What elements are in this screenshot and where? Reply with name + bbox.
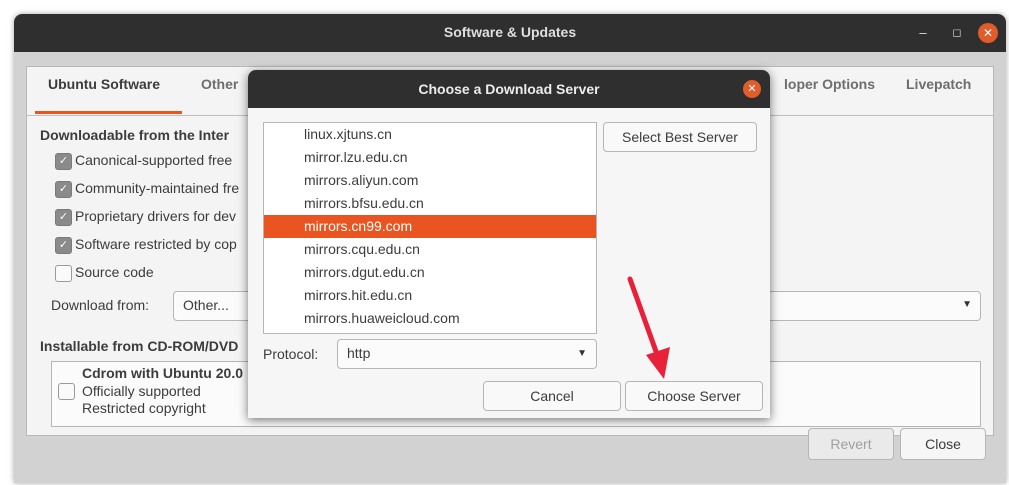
- checkbox-checked-icon[interactable]: ✓: [55, 153, 72, 170]
- cdrom-name: Cdrom with Ubuntu 20.0: [82, 365, 243, 381]
- server-item-selected[interactable]: mirrors.cn99.com: [264, 215, 596, 238]
- checkbox-label: Source code: [75, 264, 154, 280]
- server-item[interactable]: linux.xjtuns.cn: [264, 123, 596, 146]
- cancel-button[interactable]: Cancel: [483, 381, 621, 411]
- dropdown-arrow-icon: ▼: [577, 348, 587, 359]
- maximize-icon[interactable]: ◻: [947, 23, 967, 43]
- protocol-label: Protocol:: [263, 346, 319, 362]
- cdrom-copyright: Restricted copyright: [82, 400, 206, 416]
- cdrom-checkbox-icon[interactable]: [58, 383, 75, 400]
- close-window-icon[interactable]: ✕: [978, 23, 998, 43]
- protocol-dropdown[interactable]: http ▼: [337, 339, 597, 369]
- choose-server-dialog: Choose a Download Server ✕ linux.xjtuns.…: [248, 70, 770, 418]
- tab-developer-options[interactable]: loper Options: [784, 76, 875, 92]
- checkbox-label: Proprietary drivers for dev: [75, 208, 237, 224]
- tab-other-software[interactable]: Other: [201, 76, 238, 92]
- dialog-close-icon[interactable]: ✕: [743, 80, 761, 98]
- server-item[interactable]: mirrors.bfsu.edu.cn: [264, 192, 596, 215]
- server-item[interactable]: mirrors.cqu.edu.cn: [264, 238, 596, 261]
- checkbox-checked-icon[interactable]: ✓: [55, 237, 72, 254]
- server-item[interactable]: mirrors.dgut.edu.cn: [264, 261, 596, 284]
- server-list[interactable]: linux.xjtuns.cn mirror.lzu.edu.cn mirror…: [263, 122, 597, 334]
- choose-server-button[interactable]: Choose Server: [625, 381, 763, 411]
- active-tab-indicator: [35, 111, 182, 114]
- checkbox-unchecked-icon[interactable]: [55, 265, 72, 282]
- protocol-value: http: [347, 345, 371, 361]
- download-from-value: Other...: [183, 297, 229, 313]
- dropdown-arrow-icon: ▼: [962, 299, 972, 310]
- checkbox-checked-icon[interactable]: ✓: [55, 181, 72, 198]
- close-button[interactable]: Close: [900, 428, 986, 460]
- server-item[interactable]: mirrors.hit.edu.cn: [264, 284, 596, 307]
- dialog-titlebar[interactable]: Choose a Download Server ✕: [248, 70, 770, 108]
- checkbox-label: Community-maintained fre: [75, 180, 240, 196]
- server-item[interactable]: mirrors.aliyun.com: [264, 169, 596, 192]
- downloadable-section-title: Downloadable from the Inter: [40, 127, 230, 143]
- checkbox-label: Software restricted by cop: [75, 236, 237, 252]
- server-item[interactable]: mirrors.huaweicloud.com: [264, 307, 596, 330]
- tab-ubuntu-software[interactable]: Ubuntu Software: [48, 76, 160, 92]
- tab-livepatch[interactable]: Livepatch: [906, 76, 971, 92]
- revert-button[interactable]: Revert: [808, 428, 894, 460]
- checkbox-checked-icon[interactable]: ✓: [55, 209, 72, 226]
- annotation-arrow-icon: [627, 276, 670, 379]
- cdrom-support: Officially supported: [82, 383, 201, 399]
- minimize-icon[interactable]: –: [913, 23, 933, 43]
- window-title: Software & Updates: [443, 24, 577, 40]
- checkbox-label: Canonical-supported free: [75, 152, 233, 168]
- cdrom-section-title: Installable from CD-ROM/DVD: [40, 338, 239, 354]
- server-item[interactable]: mirror.lzu.edu.cn: [264, 146, 596, 169]
- download-from-label: Download from:: [51, 297, 150, 313]
- select-best-server-button[interactable]: Select Best Server: [603, 122, 757, 152]
- window-titlebar[interactable]: Software & Updates – ◻ ✕: [14, 14, 1006, 52]
- dialog-title: Choose a Download Server: [418, 81, 600, 97]
